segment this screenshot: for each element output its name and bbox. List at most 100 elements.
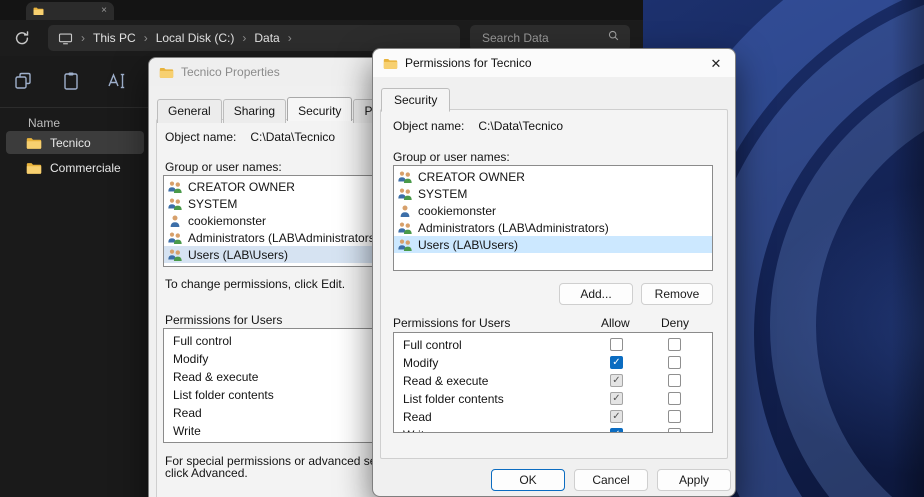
object-name-label: Object name: [393, 119, 464, 133]
deny-checkbox[interactable] [668, 392, 681, 405]
permissions-list: Full control Modify Read & execute [393, 332, 713, 433]
permissions-list-label: Permissions for Users [393, 316, 510, 330]
tab-security[interactable]: Security [381, 88, 450, 112]
group-row[interactable]: Administrators (LAB\Administrators) [394, 219, 712, 236]
folder-icon [33, 6, 44, 16]
allow-checkbox[interactable] [610, 410, 623, 423]
tab-label: General [168, 104, 211, 118]
permission-row: Write [394, 426, 712, 433]
explorer-tab[interactable]: × [26, 2, 114, 20]
properties-tab[interactable]: Sharing [223, 99, 286, 123]
properties-tab[interactable]: General [157, 99, 222, 123]
folder-icon [383, 57, 398, 70]
object-name-row: Object name: C:\Data\Tecnico [393, 119, 563, 133]
user-group-icon [397, 204, 413, 218]
deny-checkbox[interactable] [668, 338, 681, 351]
permission-row: Full control [394, 336, 712, 354]
group-name: cookiemonster [418, 204, 496, 218]
group-name: Users (LAB\Users) [188, 248, 288, 262]
permission-name: Read & execute [403, 374, 488, 388]
allow-checkbox[interactable] [610, 338, 623, 351]
paste-icon[interactable] [60, 70, 82, 92]
properties-tab[interactable]: Security [287, 97, 352, 121]
copy-icon[interactable] [12, 70, 34, 92]
user-group-icon [167, 248, 183, 262]
user-group-icon [397, 221, 413, 235]
group-row[interactable]: cookiemonster [394, 202, 712, 219]
search-input[interactable] [480, 30, 607, 46]
edit-hint-text: To change permissions, click Edit. [165, 277, 345, 291]
group-name: cookiemonster [188, 214, 266, 228]
object-name-value: C:\Data\Tecnico [478, 119, 563, 133]
cancel-button[interactable]: Cancel [574, 469, 648, 491]
rename-icon[interactable] [106, 70, 128, 92]
user-group-icon [167, 231, 183, 245]
allow-checkbox[interactable] [610, 428, 623, 433]
file-name: Commerciale [50, 161, 121, 175]
permissions-list-label: Permissions for Users [165, 313, 282, 327]
deny-column-header: Deny [661, 316, 689, 330]
group-row[interactable]: CREATOR OWNER [394, 168, 712, 185]
group-name: Administrators (LAB\Administrators) [418, 221, 609, 235]
permission-name: Modify [403, 356, 438, 370]
permission-row: Read [394, 408, 712, 426]
apply-button[interactable]: Apply [657, 469, 731, 491]
allow-checkbox[interactable] [610, 356, 623, 369]
permissions-dialog: Permissions for Tecnico ✕ Security Objec… [372, 48, 736, 497]
allow-checkbox[interactable] [610, 374, 623, 387]
tab-close-icon[interactable]: × [101, 6, 107, 16]
group-name: CREATOR OWNER [418, 170, 525, 184]
group-list-label: Group or user names: [393, 150, 510, 164]
folder-icon [159, 66, 174, 79]
breadcrumb-item[interactable]: This PC [93, 31, 148, 45]
group-name: Users (LAB\Users) [418, 238, 518, 252]
this-pc-icon [58, 31, 73, 46]
search-icon [607, 29, 620, 47]
user-group-icon [167, 197, 183, 211]
permissions-dialog-title-bar[interactable]: Permissions for Tecnico ✕ [373, 49, 735, 77]
permission-row: Read & execute [394, 372, 712, 390]
file-list: Tecnico Commerciale [6, 131, 144, 181]
group-name: Administrators (LAB\Administrators) [188, 231, 379, 245]
refresh-icon[interactable] [13, 29, 31, 47]
permission-name: Read [403, 410, 432, 424]
tab-label: Sharing [234, 104, 275, 118]
file-row[interactable]: Commerciale [6, 156, 144, 179]
breadcrumb-item[interactable]: Local Disk (C:) [156, 31, 247, 45]
desktop: × › This PC Local Disk (C:) Data [0, 0, 924, 497]
allow-column-header: Allow [601, 316, 630, 330]
group-list-label: Group or user names: [165, 160, 282, 174]
group-name: CREATOR OWNER [188, 180, 295, 194]
permission-name: List folder contents [403, 392, 504, 406]
breadcrumb-separator: › [81, 31, 85, 45]
advanced-hint-line2: click Advanced. [165, 466, 248, 480]
deny-checkbox[interactable] [668, 410, 681, 423]
close-icon[interactable]: ✕ [701, 52, 731, 75]
file-name: Tecnico [50, 136, 91, 150]
group-name: SYSTEM [418, 187, 467, 201]
dialog-title: Tecnico Properties [181, 65, 280, 79]
allow-checkbox[interactable] [610, 392, 623, 405]
file-row[interactable]: Tecnico [6, 131, 144, 154]
ok-button[interactable]: OK [491, 469, 565, 491]
user-group-icon [397, 170, 413, 184]
permission-row: List folder contents [394, 390, 712, 408]
group-row[interactable]: Users (LAB\Users) [394, 236, 712, 253]
deny-checkbox[interactable] [668, 428, 681, 433]
permission-name: Full control [403, 338, 462, 352]
folder-icon [26, 136, 42, 150]
folder-icon [26, 161, 42, 175]
add-button[interactable]: Add... [559, 283, 633, 305]
breadcrumb-item[interactable]: Data [254, 31, 291, 45]
remove-button[interactable]: Remove [641, 283, 713, 305]
permission-name: Write [403, 428, 431, 433]
permission-row: Modify [394, 354, 712, 372]
column-header-name[interactable]: Name [28, 116, 60, 130]
deny-checkbox[interactable] [668, 374, 681, 387]
group-name: SYSTEM [188, 197, 237, 211]
group-row[interactable]: SYSTEM [394, 185, 712, 202]
user-group-icon [167, 214, 183, 228]
user-group-icon [397, 187, 413, 201]
deny-checkbox[interactable] [668, 356, 681, 369]
object-name-row: Object name: C:\Data\Tecnico [165, 130, 335, 144]
